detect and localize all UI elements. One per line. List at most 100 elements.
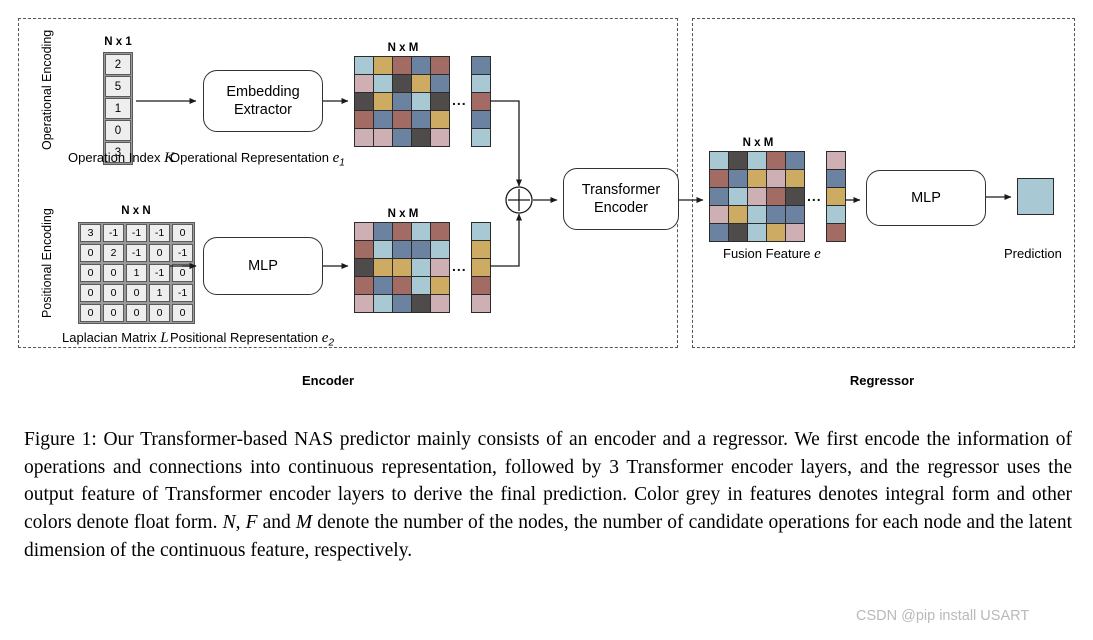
- pos-representation-cell: [393, 223, 411, 240]
- laplacian-cell: 0: [149, 244, 170, 262]
- dim-label-laplacian: N x N: [121, 205, 151, 217]
- pos-representation-cell: [431, 223, 449, 240]
- fusion-feature-cell: [767, 224, 785, 241]
- pos-representation-cell: [374, 223, 392, 240]
- laplacian-cell: -1: [126, 224, 147, 242]
- fusion-feature-col-cell: [827, 224, 845, 241]
- dim-label-op-index: N x 1: [104, 36, 132, 48]
- fusion-feature-cell: [767, 206, 785, 223]
- pos-representation-cell: [412, 241, 430, 258]
- op-representation-cell: [412, 129, 430, 146]
- pos-representation-cell: [355, 259, 373, 276]
- laplacian-cell: 0: [103, 264, 124, 282]
- op-representation-col-cell: [472, 57, 490, 74]
- pos-representation-cell: [412, 277, 430, 294]
- laplacian-row: 3 -1 -1 -1 0: [79, 223, 194, 243]
- operation-index-cell: 5: [105, 76, 131, 97]
- ellipsis-operational: ...: [452, 92, 467, 108]
- laplacian-matrix: 3 -1 -1 -1 0 0 2 -1 0 -1 0 0 1 -1 0 0 0 0 1 -1 0 0 0 0 0: [78, 222, 195, 324]
- pos-representation-cell: [393, 259, 411, 276]
- op-representation-cell: [393, 75, 411, 92]
- transformer-encoder-box: Transformer Encoder: [563, 168, 679, 230]
- pos-representation-cell: [412, 259, 430, 276]
- op-representation-cell: [412, 57, 430, 74]
- positional-representation-grid: [354, 222, 450, 313]
- fusion-feature-col-cell: [827, 206, 845, 223]
- op-representation-cell: [412, 93, 430, 110]
- pos-representation-cell: [431, 259, 449, 276]
- pos-representation-cell: [374, 295, 392, 312]
- pos-representation-cell: [374, 277, 392, 294]
- fusion-feature-cell: [748, 224, 766, 241]
- caption-pos-rep-text: Positional Representation: [170, 330, 319, 345]
- laplacian-cell: 0: [80, 304, 101, 322]
- pos-representation-col-cell: [472, 259, 490, 276]
- op-representation-cell: [412, 75, 430, 92]
- fusion-feature-cell: [710, 206, 728, 223]
- pos-representation-col-cell: [472, 295, 490, 312]
- fusion-feature-cell: [710, 170, 728, 187]
- pos-representation-cell: [393, 241, 411, 258]
- laplacian-cell: -1: [172, 244, 193, 262]
- pos-representation-cell: [393, 277, 411, 294]
- operation-index-cell: 1: [105, 98, 131, 119]
- op-representation-cell: [431, 75, 449, 92]
- pos-representation-cell: [355, 241, 373, 258]
- fusion-feature-cell: [767, 188, 785, 205]
- embedding-extractor-box: Embedding Extractor: [203, 70, 323, 132]
- op-representation-cell: [431, 93, 449, 110]
- op-representation-cell: [374, 129, 392, 146]
- pos-representation-cell: [431, 295, 449, 312]
- pos-representation-cell: [374, 259, 392, 276]
- fusion-feature-cell: [729, 224, 747, 241]
- laplacian-cell: -1: [172, 284, 193, 302]
- op-representation-cell: [355, 111, 373, 128]
- operational-representation-grid: [354, 56, 450, 147]
- fusion-feature-cell: [748, 188, 766, 205]
- caption-prediction: Prediction: [1004, 246, 1062, 261]
- fusion-feature-grid: [709, 151, 805, 242]
- laplacian-cell: 3: [80, 224, 101, 242]
- laplacian-row: 0 2 -1 0 -1: [79, 243, 194, 263]
- operational-representation-column: [471, 56, 491, 147]
- pos-representation-cell: [355, 295, 373, 312]
- laplacian-cell: 0: [126, 304, 147, 322]
- fusion-feature-cell: [748, 206, 766, 223]
- fusion-feature-cell: [710, 188, 728, 205]
- fusion-feature-cell: [748, 152, 766, 169]
- laplacian-cell: 1: [126, 264, 147, 282]
- laplacian-cell: -1: [103, 224, 124, 242]
- caption-operation-index: Operation Index K: [68, 150, 174, 167]
- op-representation-cell: [355, 129, 373, 146]
- operation-index-cell: 2: [105, 54, 131, 75]
- pos-representation-cell: [412, 295, 430, 312]
- mlp-encoder-box: MLP: [203, 237, 323, 295]
- op-representation-cell: [393, 129, 411, 146]
- figure-diagram: Operational Encoding Positional Encoding…: [0, 0, 1093, 410]
- op-representation-cell: [412, 111, 430, 128]
- op-representation-cell: [374, 93, 392, 110]
- caption-op-rep-text: Operational Representation: [170, 150, 329, 165]
- laplacian-cell: 0: [172, 264, 193, 282]
- operational-encoding-label: Operational Encoding: [40, 29, 54, 150]
- laplacian-cell: 0: [126, 284, 147, 302]
- dim-label-fusion-feature: N x M: [742, 137, 774, 149]
- laplacian-cell: 0: [172, 224, 193, 242]
- fusion-feature-col-cell: [827, 188, 845, 205]
- fusion-feature-cell: [710, 152, 728, 169]
- pos-representation-col-cell: [472, 241, 490, 258]
- pos-representation-cell: [412, 223, 430, 240]
- operation-index-cell: 0: [105, 120, 131, 141]
- op-representation-cell: [355, 57, 373, 74]
- op-representation-cell: [431, 111, 449, 128]
- fusion-feature-cell: [767, 152, 785, 169]
- op-representation-col-cell: [472, 111, 490, 128]
- laplacian-cell: 2: [103, 244, 124, 262]
- laplacian-row: 0 0 1 -1 0: [79, 263, 194, 283]
- pos-representation-cell: [393, 295, 411, 312]
- caption-operation-index-text: Operation Index: [68, 150, 161, 165]
- pos-representation-cell: [431, 277, 449, 294]
- fusion-feature-col-cell: [827, 170, 845, 187]
- caption-laplacian-text: Laplacian Matrix: [62, 330, 157, 345]
- op-representation-cell: [355, 75, 373, 92]
